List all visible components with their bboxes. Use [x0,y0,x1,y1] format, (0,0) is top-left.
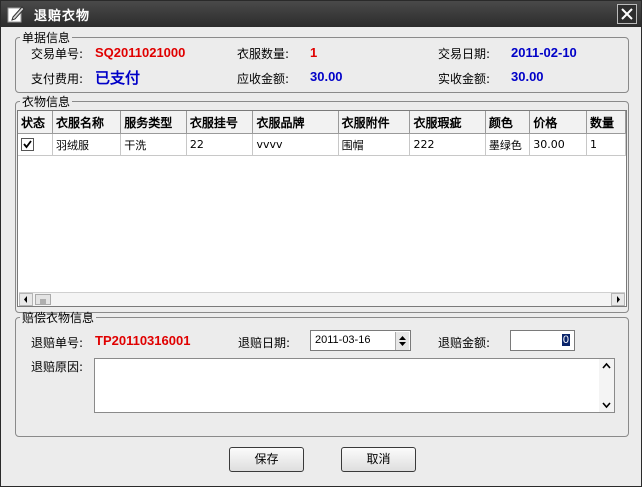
column-header[interactable]: 衣服品牌 [252,111,339,134]
amount-due-value: 30.00 [310,69,343,84]
refund-date-value: 2011-03-16 [315,334,371,346]
refund-date-picker[interactable]: 2011-03-16 [310,330,411,351]
table-cell[interactable]: vvvv [252,133,339,156]
order-no-label: 交易单号: [31,47,84,61]
title-bar[interactable]: 退赔衣物 [1,1,641,27]
vertical-scrollbar[interactable] [599,359,614,412]
refund-date-label: 退赔日期: [238,336,291,350]
refund-reason-textarea[interactable] [94,358,615,413]
trade-date-value: 2011-02-10 [511,45,577,60]
clothes-grid[interactable]: 状态 衣服名称 服务类型 衣服挂号 衣服品牌 衣服附件 衣服瑕疵 颜色 价格 数… [17,110,627,307]
amount-received-label: 实收金额: [438,72,491,86]
column-header[interactable]: 颜色 [485,111,531,134]
column-header[interactable]: 价格 [529,111,587,134]
refund-amount-input[interactable]: 0 [510,330,575,351]
refund-amount-label: 退赔金额: [438,336,491,350]
edit-icon [7,6,25,23]
table-cell[interactable]: 围帽 [338,133,411,156]
column-header[interactable]: 衣服瑕疵 [409,111,486,134]
table-cell[interactable]: 1 [586,133,626,156]
payment-label: 支付费用: [31,72,84,86]
table-cell[interactable]: 羽绒服 [52,133,122,156]
column-header[interactable]: 服务类型 [120,111,187,134]
table-header-row: 状态 衣服名称 服务类型 衣服挂号 衣服品牌 衣服附件 衣服瑕疵 颜色 价格 数… [18,111,626,134]
scroll-thumb[interactable] [35,294,51,305]
status-checkbox[interactable] [21,137,34,151]
table-cell[interactable]: 22 [186,133,254,156]
table-cell[interactable]: 30.00 [529,133,587,156]
horizontal-scrollbar[interactable] [19,292,625,306]
amount-due-label: 应收金额: [237,72,290,86]
arrow-down-icon [602,402,611,409]
clothes-qty-label: 衣服数量: [237,47,290,61]
table-cell[interactable]: 222 [409,133,486,156]
arrow-left-icon [24,296,27,303]
cancel-button[interactable]: 取消 [341,447,416,472]
arrow-right-icon [617,296,620,303]
clothes-info-legend: 衣物信息 [22,95,71,109]
column-header[interactable]: 状态 [18,111,53,134]
column-header[interactable]: 衣服挂号 [186,111,254,134]
order-no-value: SQ2011021000 [95,45,186,60]
table-cell[interactable]: 墨绿色 [485,133,531,156]
table-cell[interactable]: 干洗 [120,133,187,156]
amount-received-value: 30.00 [511,69,544,84]
column-header[interactable]: 衣服附件 [338,111,411,134]
refund-no-value: TP20110316001 [95,333,191,348]
compensation-info-legend: 赔偿衣物信息 [22,311,95,325]
save-button[interactable]: 保存 [229,447,304,472]
spin-arrows-icon [399,336,406,346]
check-icon [23,139,32,148]
refund-amount-value: 0 [561,334,570,346]
date-spin-button[interactable] [395,332,409,350]
close-icon [621,8,633,20]
scroll-left-button[interactable] [19,293,33,306]
receipt-info-legend: 单据信息 [22,31,71,45]
table-row[interactable]: 羽绒服 干洗 22 vvvv 围帽 222 墨绿色 30.00 1 [18,133,626,156]
scroll-right-button[interactable] [611,293,625,306]
trade-date-label: 交易日期: [438,47,491,61]
refund-dialog: 退赔衣物 单据信息 交易单号: SQ2011021000 衣服数量: 1 交易日… [0,0,642,487]
refund-no-label: 退赔单号: [31,336,84,350]
column-header[interactable]: 衣服名称 [52,111,122,134]
payment-value: 已支付 [95,70,141,87]
arrow-up-icon [602,362,611,369]
status-cell[interactable] [18,133,53,156]
grip-icon [40,299,46,304]
clothes-qty-value: 1 [310,45,318,60]
close-button[interactable] [617,4,637,24]
clothes-table: 状态 衣服名称 服务类型 衣服挂号 衣服品牌 衣服附件 衣服瑕疵 颜色 价格 数… [18,111,626,156]
refund-reason-label: 退赔原因: [31,360,84,374]
window-title: 退赔衣物 [34,9,91,24]
column-header[interactable]: 数量 [586,111,626,134]
